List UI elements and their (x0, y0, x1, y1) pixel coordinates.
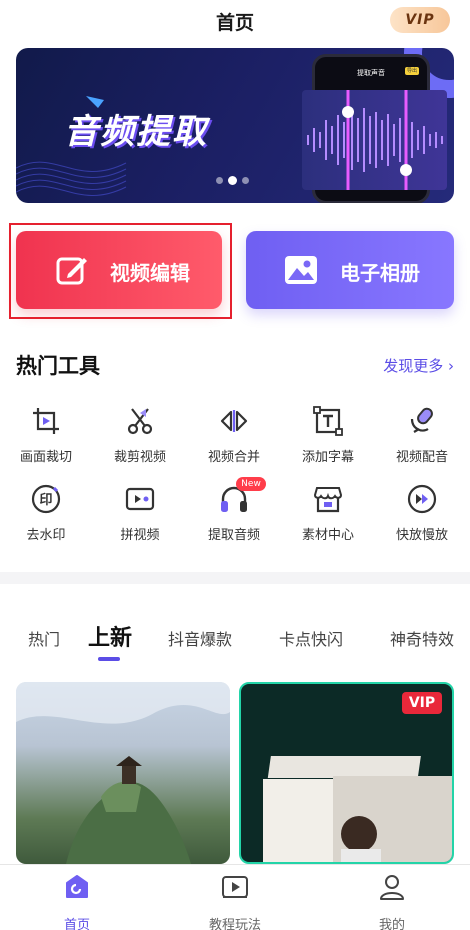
subtitle-icon (313, 406, 343, 436)
nav-home[interactable]: 首页 (32, 873, 122, 930)
scissors-icon (127, 408, 153, 435)
tool-label: 添加字幕 (301, 450, 354, 465)
discover-more-link[interactable]: 发现更多 › (383, 355, 454, 376)
template-thumbnail (16, 682, 230, 864)
tool-label: 快放慢放 (395, 528, 448, 543)
active-tab-indicator (98, 657, 120, 661)
tab-magic-effects[interactable]: 神奇特效 (390, 626, 454, 650)
tool-splice-video[interactable]: 拼视频 (100, 483, 180, 549)
nav-profile[interactable]: 我的 (347, 873, 437, 930)
store-icon (313, 487, 343, 513)
banner-title: 音频提取 (64, 112, 208, 152)
tool-label: 拼视频 (120, 528, 160, 543)
dubbing-icon (410, 407, 433, 433)
banner-pagination (216, 176, 249, 185)
tool-speed-control[interactable]: 快放慢放 (382, 483, 462, 549)
tool-add-subtitle[interactable]: 添加字幕 (288, 405, 368, 471)
splice-icon (125, 487, 155, 511)
tutorial-play-icon (222, 876, 248, 898)
tool-label: 视频配音 (395, 450, 448, 465)
crop-icon (33, 408, 59, 434)
selection-highlight-box (9, 223, 232, 319)
svg-text:印: 印 (39, 493, 52, 508)
tool-merge-video[interactable]: 视频合并 (194, 405, 274, 471)
template-card-vip[interactable]: VIP (239, 682, 454, 864)
tab-beat-flash[interactable]: 卡点快闪 (279, 626, 343, 650)
tool-trim-video[interactable]: 裁剪视频 (100, 405, 180, 471)
tool-label: 视频合并 (207, 450, 260, 465)
nav-tutorials-label: 教程玩法 (208, 918, 261, 930)
image-icon (285, 256, 317, 284)
template-card[interactable] (16, 682, 230, 864)
phone-export-badge: 导出 (405, 67, 419, 75)
vip-label: VIP (405, 12, 435, 28)
section-divider (0, 572, 470, 584)
top-bar: 首页 VIP (0, 0, 470, 44)
merge-icon (220, 410, 248, 432)
photo-album-label: 电子相册 (340, 261, 420, 285)
watermark-icon: 印 (31, 484, 61, 514)
speed-icon (407, 484, 437, 514)
nav-profile-label: 我的 (378, 918, 405, 930)
tool-remove-watermark[interactable]: 印 去水印 (6, 483, 86, 549)
tab-hot[interactable]: 热门 (28, 626, 60, 650)
hot-tools-title: 热门工具 (16, 354, 100, 378)
vip-button[interactable]: VIP (390, 7, 450, 33)
home-icon (66, 875, 88, 898)
tool-video-dubbing[interactable]: 视频配音 (382, 405, 462, 471)
tool-label: 裁剪视频 (113, 450, 166, 465)
tool-crop[interactable]: 画面裁切 (6, 405, 86, 471)
nav-tutorials[interactable]: 教程玩法 (190, 873, 280, 930)
tool-label: 素材中心 (301, 528, 354, 543)
photo-album-button[interactable]: 电子相册 (246, 231, 454, 309)
pagination-dot-active (228, 176, 237, 185)
tab-douyin-hits[interactable]: 抖音爆款 (168, 626, 232, 650)
nav-home-label: 首页 (63, 918, 90, 930)
pagination-dot (216, 177, 223, 184)
tool-label: 提取音频 (207, 528, 260, 543)
profile-icon (380, 875, 404, 900)
tool-material-center[interactable]: 素材中心 (288, 483, 368, 549)
tool-label: 去水印 (26, 528, 66, 543)
vip-tag: VIP (402, 692, 442, 714)
tab-new[interactable]: 上新 (88, 620, 132, 652)
bottom-navigation: 首页 教程玩法 我的 (0, 864, 470, 930)
pagination-dot (242, 177, 249, 184)
tool-extract-audio[interactable]: New 提取音频 (194, 477, 274, 549)
new-badge: New (236, 477, 266, 491)
audio-waveform (302, 90, 447, 190)
tool-label: 画面裁切 (19, 450, 72, 465)
